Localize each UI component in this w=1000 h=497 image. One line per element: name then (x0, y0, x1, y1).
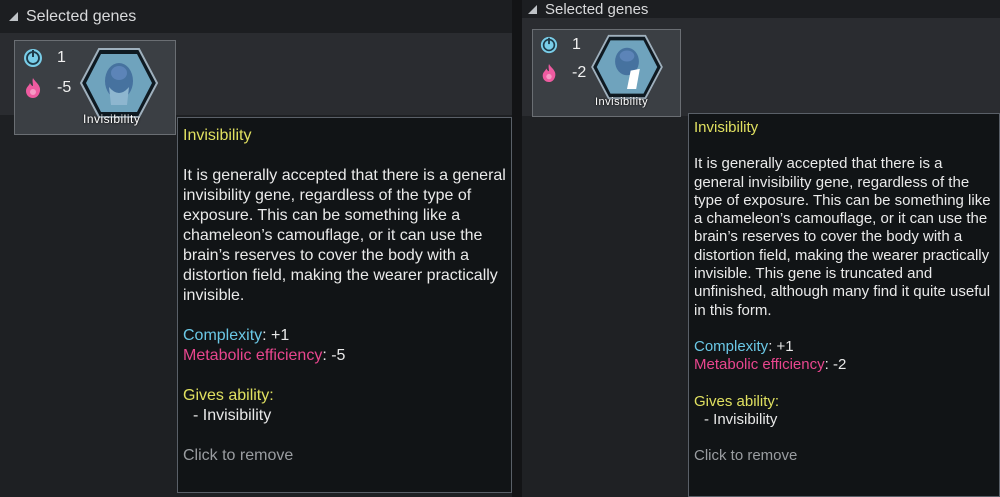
metabolic-flame-icon (26, 78, 41, 98)
click-to-remove-hint: Click to remove (694, 447, 798, 465)
gene-panel-right: Selected genes 1 -2 Invisibility Invisib… (522, 0, 1000, 497)
tooltip-metabolic-row: Metabolic efficiency: -5 (183, 346, 506, 366)
tooltip-title: Invisibility (694, 119, 759, 136)
complexity-power-icon (540, 36, 558, 54)
metabolic-stat: -5 (23, 77, 71, 99)
selected-genes-label: Selected genes (26, 7, 137, 25)
click-to-remove-hint: Click to remove (183, 447, 294, 464)
complexity-stat: 1 (540, 36, 581, 54)
gene-tooltip: Invisibility It is generally accepted th… (688, 113, 1000, 497)
complexity-value: 1 (572, 36, 581, 53)
gives-ability-label: Gives ability: (694, 392, 780, 410)
metabolic-row-value: : -2 (824, 356, 847, 374)
gene-hexagon-icon (79, 48, 159, 118)
metabolic-label: Metabolic efficiency (694, 356, 825, 374)
metabolic-value: -2 (572, 64, 587, 81)
metabolic-stat: -2 (540, 63, 586, 83)
selected-genes-header[interactable]: Selected genes (522, 0, 1000, 18)
complexity-value: 1 (57, 49, 66, 66)
collapse-triangle-icon[interactable] (528, 4, 537, 14)
ability-item: - Invisibility (704, 410, 778, 428)
gives-ability-label: Gives ability: (183, 387, 274, 404)
complexity-label: Complexity (183, 327, 263, 344)
complexity-row-value: : +1 (262, 327, 290, 344)
metabolic-flame-icon (542, 64, 556, 82)
tooltip-description: It is generally accepted that there is a… (183, 167, 506, 304)
gene-card-invisibility[interactable]: 1 -2 Invisibility (532, 29, 681, 117)
complexity-stat: 1 (23, 48, 66, 68)
ability-item: - Invisibility (193, 407, 272, 424)
complexity-label: Complexity (694, 337, 769, 355)
metabolic-row-value: : -5 (322, 347, 346, 364)
gene-panel-left: Selected genes 1 -5 Invisibility Invisib… (0, 0, 512, 497)
metabolic-value: -5 (57, 79, 72, 96)
gene-name-label: Invisibility (595, 96, 649, 108)
tooltip-metabolic-row: Metabolic efficiency: -2 (694, 356, 994, 374)
gene-card-invisibility[interactable]: 1 -5 Invisibility (14, 40, 176, 135)
selected-genes-header[interactable]: Selected genes (0, 0, 512, 33)
metabolic-label: Metabolic efficiency (183, 347, 323, 364)
tooltip-stats: Complexity: +1 Metabolic efficiency: -2 (694, 338, 994, 375)
tooltip-stats: Complexity: +1 Metabolic efficiency: -5 (183, 326, 506, 366)
tooltip-complexity-row: Complexity: +1 (694, 338, 994, 356)
gene-name-label: Invisibility (83, 112, 141, 126)
tooltip-complexity-row: Complexity: +1 (183, 326, 506, 346)
complexity-row-value: : +1 (768, 337, 794, 355)
tooltip-description: It is generally accepted that there is a… (694, 155, 991, 319)
gene-hexagon-icon (591, 34, 663, 100)
gene-tooltip: Invisibility It is generally accepted th… (177, 117, 512, 493)
panel-divider (512, 0, 522, 497)
selected-genes-label: Selected genes (545, 0, 649, 18)
tooltip-title: Invisibility (183, 127, 252, 144)
complexity-power-icon (24, 49, 42, 67)
collapse-triangle-icon[interactable] (9, 12, 18, 21)
